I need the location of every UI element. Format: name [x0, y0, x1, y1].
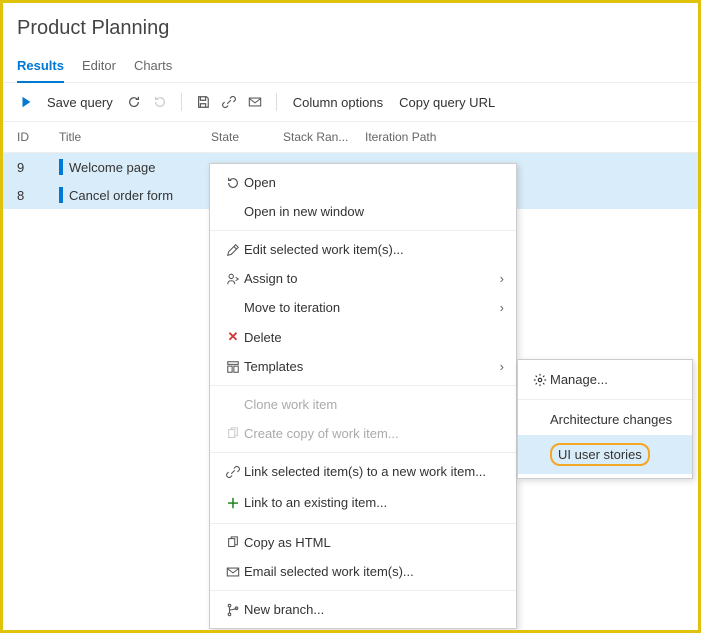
submenu-label: Manage... — [550, 372, 608, 387]
menu-label: Delete — [244, 330, 504, 345]
title-text: Welcome page — [69, 160, 155, 175]
tabs: Results Editor Charts — [3, 48, 698, 83]
email-icon[interactable] — [246, 93, 264, 111]
type-bar — [59, 159, 63, 175]
grid-header: ID Title State Stack Ran... Iteration Pa… — [3, 122, 698, 153]
menu-separator — [210, 230, 516, 231]
separator — [181, 93, 182, 111]
refresh-icon[interactable] — [125, 93, 143, 111]
col-state[interactable]: State — [211, 130, 283, 144]
menu-templates[interactable]: Templates › — [210, 352, 516, 381]
templates-icon — [222, 360, 244, 374]
col-id[interactable]: ID — [17, 130, 59, 144]
submenu-manage[interactable]: Manage... — [518, 364, 692, 395]
branch-icon — [222, 603, 244, 617]
menu-label: New branch... — [244, 602, 504, 617]
menu-label: Email selected work item(s)... — [244, 564, 504, 579]
menu-label: Open in new window — [244, 204, 504, 219]
menu-label: Clone work item — [244, 397, 504, 412]
menu-separator — [518, 399, 692, 400]
copy-icon — [222, 536, 244, 550]
menu-delete[interactable]: ✕ Delete — [210, 322, 516, 352]
cell-title: Welcome page — [59, 159, 211, 175]
tab-charts[interactable]: Charts — [134, 54, 172, 82]
menu-label: Templates — [244, 359, 500, 374]
menu-create-copy: Create copy of work item... — [210, 419, 516, 448]
submenu-architecture-changes[interactable]: Architecture changes — [518, 404, 692, 435]
edit-icon — [222, 243, 244, 257]
page-title: Product Planning — [17, 17, 684, 40]
submenu-label: Architecture changes — [550, 412, 672, 427]
col-title[interactable]: Title — [59, 130, 211, 144]
menu-label: Create copy of work item... — [244, 426, 504, 441]
toolbar: Save query Column options Copy query URL — [3, 83, 698, 122]
person-icon — [222, 272, 244, 286]
link-icon — [222, 465, 244, 479]
menu-label: Move to iteration — [244, 300, 500, 315]
submenu-label: UI user stories — [558, 447, 642, 462]
menu-copy-html[interactable]: Copy as HTML — [210, 528, 516, 557]
cell-id: 8 — [17, 188, 59, 203]
menu-separator — [210, 523, 516, 524]
menu-separator — [210, 590, 516, 591]
menu-separator — [210, 452, 516, 453]
menu-new-branch[interactable]: New branch... — [210, 595, 516, 624]
menu-label: Edit selected work item(s)... — [244, 242, 504, 257]
separator — [276, 93, 277, 111]
copy-query-url-button[interactable]: Copy query URL — [395, 95, 499, 110]
templates-submenu: Manage... Architecture changes UI user s… — [517, 359, 693, 479]
menu-label: Open — [244, 175, 504, 190]
menu-link-new[interactable]: Link selected item(s) to a new work item… — [210, 457, 516, 486]
menu-label: Link selected item(s) to a new work item… — [244, 464, 504, 479]
title-text: Cancel order form — [69, 188, 173, 203]
menu-open-new-window[interactable]: Open in new window — [210, 197, 516, 226]
gear-icon — [530, 373, 550, 387]
plus-icon: ＋ — [222, 493, 244, 512]
cell-title: Cancel order form — [59, 187, 211, 203]
column-options-button[interactable]: Column options — [289, 95, 387, 110]
submenu-ui-user-stories[interactable]: UI user stories — [518, 435, 692, 474]
menu-separator — [210, 385, 516, 386]
run-query-icon[interactable] — [17, 93, 35, 111]
menu-label: Assign to — [244, 271, 500, 286]
tab-editor[interactable]: Editor — [82, 54, 116, 82]
col-iter[interactable]: Iteration Path — [365, 130, 684, 144]
menu-label: Copy as HTML — [244, 535, 504, 550]
menu-link-existing[interactable]: ＋ Link to an existing item... — [210, 486, 516, 519]
chevron-right-icon: › — [500, 300, 504, 315]
link-icon[interactable] — [220, 93, 238, 111]
open-icon — [222, 176, 244, 190]
save-icon[interactable] — [194, 93, 212, 111]
copy-icon — [222, 427, 244, 441]
chevron-right-icon: › — [500, 271, 504, 286]
save-query-button[interactable]: Save query — [43, 95, 117, 110]
menu-clone: Clone work item — [210, 390, 516, 419]
highlighted-label: UI user stories — [550, 443, 650, 466]
tab-results[interactable]: Results — [17, 54, 64, 83]
menu-email[interactable]: Email selected work item(s)... — [210, 557, 516, 586]
cell-id: 9 — [17, 160, 59, 175]
menu-assign-to[interactable]: Assign to › — [210, 264, 516, 293]
chevron-right-icon: › — [500, 359, 504, 374]
email-icon — [222, 565, 244, 579]
menu-move-iteration[interactable]: Move to iteration › — [210, 293, 516, 322]
menu-open[interactable]: Open — [210, 168, 516, 197]
context-menu: Open Open in new window Edit selected wo… — [209, 163, 517, 629]
menu-label: Link to an existing item... — [244, 495, 504, 510]
col-rank[interactable]: Stack Ran... — [283, 130, 365, 144]
undo-icon[interactable] — [151, 93, 169, 111]
delete-icon: ✕ — [222, 329, 244, 345]
type-bar — [59, 187, 63, 203]
menu-edit-selected[interactable]: Edit selected work item(s)... — [210, 235, 516, 264]
